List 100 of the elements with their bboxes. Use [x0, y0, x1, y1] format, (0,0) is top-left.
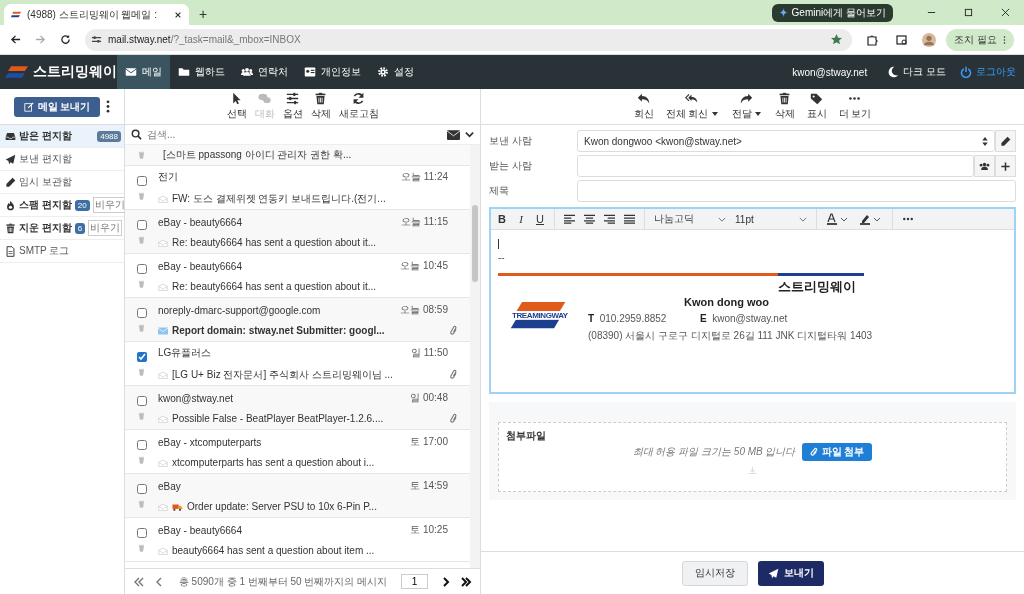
toolbar-button[interactable]: 새로고침: [338, 92, 379, 121]
extensions-icon[interactable]: [866, 33, 879, 46]
nav-tab[interactable]: 설정: [369, 55, 422, 89]
from-select[interactable]: Kwon dongwoo <kwon@stway.net>: [577, 130, 995, 152]
avatar-icon[interactable]: [922, 32, 937, 47]
send-button[interactable]: 보내기: [757, 560, 824, 586]
gemini-button[interactable]: Gemini에게 물어보기: [771, 3, 893, 22]
toolbar-button[interactable]: 회신: [633, 92, 654, 121]
save-draft-button[interactable]: 임시저장: [681, 560, 748, 586]
last-page-icon[interactable]: [460, 576, 472, 587]
bold-button[interactable]: B: [497, 213, 507, 225]
folder-label: 받은 편지함: [19, 129, 72, 143]
align-icon[interactable]: [564, 214, 575, 224]
close-icon[interactable]: [1001, 8, 1010, 17]
new-tab-button[interactable]: +: [199, 6, 208, 22]
back-icon[interactable]: [10, 34, 21, 45]
underline-button[interactable]: U: [535, 213, 545, 225]
dark-mode-button[interactable]: 다크 모드: [887, 55, 960, 89]
message-checkbox[interactable]: [136, 307, 147, 318]
star-icon[interactable]: [831, 34, 843, 45]
message-checkbox[interactable]: [136, 439, 147, 450]
toolbar-button[interactable]: 삭제: [310, 92, 331, 121]
folder-item[interactable]: 보낸 편지함: [0, 148, 124, 171]
toolbar-button[interactable]: 더 보기: [838, 92, 872, 121]
message-subject[interactable]: Re: beauty6664 has sent a question about it...: [172, 237, 377, 248]
align-icon[interactable]: [604, 214, 615, 224]
text-color-icon[interactable]: [826, 213, 850, 225]
logout-button[interactable]: 로그아웃: [960, 55, 1024, 89]
message-row[interactable]: noreply-dmarc-support@google.com 오늘 08:59 Report domain: stway.net Submitter: googl...: [125, 298, 470, 342]
attachment-dropzone[interactable]: 첨부파일 최대 허용 파일 크기는 50 MB 입니다 파일 첨부: [498, 422, 1007, 492]
contacts-button[interactable]: [974, 155, 995, 177]
plane-icon: [5, 153, 16, 165]
highlight-icon[interactable]: [859, 213, 883, 225]
tab-title: (4988) 스트리밍웨이 웹메일 :: [27, 7, 159, 22]
subject-field[interactable]: [577, 180, 1016, 202]
message-checkbox[interactable]: [136, 263, 147, 274]
toolbar-button[interactable]: 선택: [226, 92, 247, 121]
toolbar-button[interactable]: 표시: [806, 92, 827, 121]
toolbar-button[interactable]: 삭제: [774, 92, 795, 121]
nav-tab[interactable]: 연락처: [233, 55, 296, 89]
empty-folder-button[interactable]: 비우기: [88, 220, 123, 236]
chevron-down-icon: [718, 216, 726, 222]
nav-tab[interactable]: 메일: [117, 55, 170, 89]
forward-icon[interactable]: [35, 34, 46, 45]
message-checkbox[interactable]: [136, 219, 147, 230]
envelope-icon[interactable]: [447, 129, 460, 140]
folder-item[interactable]: 받은 편지함 4988: [0, 125, 124, 148]
message-checkbox[interactable]: [136, 395, 147, 406]
action-needed-button[interactable]: 조치 필요: [946, 28, 1014, 51]
message-subject[interactable]: Report domain: stway.net Submitter: googl...: [172, 325, 385, 336]
toolbar-button[interactable]: 옵션: [282, 92, 303, 121]
message-time: 토 17:00: [410, 435, 448, 449]
signature-company: 스트리밍웨이: [778, 279, 856, 296]
message-subject[interactable]: [LG U+ Biz 전자문서] 주식회사 스트리밍웨이님 ...: [172, 367, 393, 382]
tab-search-icon[interactable]: [896, 33, 909, 46]
message-row[interactable]: kwon@stway.net 일 00:48 Possible False - BeatPlayer BeatPlayer-1.2.6....: [125, 386, 470, 430]
toolbar-button[interactable]: 전달: [731, 92, 763, 121]
search-icon[interactable]: [131, 129, 142, 140]
search-field[interactable]: 검색...: [147, 129, 442, 140]
next-page-icon[interactable]: [440, 576, 452, 587]
message-checkbox[interactable]: [136, 483, 147, 494]
browser-tab[interactable]: (4988) 스트리밍웨이 웹메일 :: [4, 4, 189, 25]
page-number-field[interactable]: 1: [401, 574, 428, 589]
message-checkbox[interactable]: [136, 527, 147, 538]
toolbar-button[interactable]: 전체 회신: [665, 92, 720, 121]
message-subject[interactable]: Re: beauty6664 has sent a question about it...: [172, 281, 377, 292]
font-size-select[interactable]: 11pt: [735, 213, 807, 225]
recipient-field[interactable]: [577, 155, 974, 177]
message-checkbox[interactable]: [136, 175, 147, 186]
add-recipient-button[interactable]: [995, 155, 1016, 177]
close-icon[interactable]: [174, 10, 182, 19]
more-icon[interactable]: [106, 100, 111, 113]
chevron-down-icon[interactable]: [465, 130, 474, 139]
align-icon[interactable]: [584, 214, 595, 224]
reload-icon[interactable]: [60, 34, 71, 45]
folder-item[interactable]: 지운 편지함 6 비우기: [0, 217, 124, 240]
message-subject[interactable]: beauty6664 has sent a question about item ...: [172, 545, 375, 556]
maximize-icon[interactable]: [964, 8, 973, 17]
nav-tab[interactable]: 개인정보: [296, 55, 369, 89]
trash-icon: [778, 92, 791, 105]
attach-file-button[interactable]: 파일 첨부: [801, 443, 873, 461]
site-settings-icon[interactable]: [91, 34, 102, 45]
message-subject[interactable]: FW: 도스 결제위젯 연동키 보내드립니다.(전기...: [172, 191, 386, 206]
message-row[interactable]: eBay 토 14:59 Order update: Server PSU to 10x 6-Pin P...: [125, 474, 470, 518]
message-subject[interactable]: Possible False - BeatPlayer BeatPlayer-1.2.6....: [172, 413, 384, 424]
address-bar[interactable]: mail.stway.net/?_task=mail&_mbox=INBOX: [85, 28, 853, 51]
align-icon[interactable]: [624, 214, 635, 224]
scrollbar[interactable]: [470, 145, 480, 568]
folder-item[interactable]: SMTP 로그: [0, 240, 124, 263]
font-select[interactable]: 나눔고딕: [654, 212, 726, 226]
first-page-icon[interactable]: [133, 576, 145, 587]
edit-identity-button[interactable]: [995, 130, 1016, 152]
folder-item[interactable]: 임시 보관함: [0, 171, 124, 194]
message-subject[interactable]: xtcomputerparts has sent a question about i...: [172, 457, 375, 468]
nav-tab[interactable]: 웹하드: [170, 55, 233, 89]
message-checkbox[interactable]: [136, 351, 147, 362]
message-subject[interactable]: Order update: Server PSU to 10x 6-Pin P...: [187, 501, 377, 512]
compose-button[interactable]: 메일 보내기: [13, 96, 101, 117]
message-row[interactable]: eBay - beauty6664 오늘 11:15 Re: beauty6664 has sent a question about it...: [125, 210, 470, 254]
italic-button[interactable]: I: [516, 213, 526, 225]
